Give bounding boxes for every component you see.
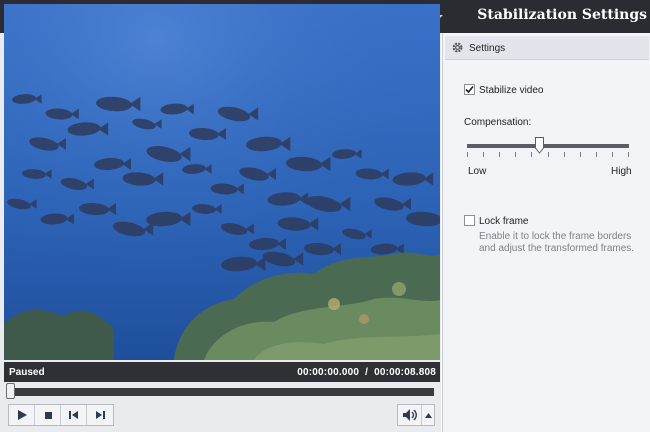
slider-tick: [628, 152, 629, 157]
volume-dropdown-button[interactable]: [422, 405, 434, 425]
transport-controls: [8, 404, 114, 426]
slider-tick: [515, 152, 516, 157]
stop-icon: [44, 412, 52, 419]
compensation-min-label: Low: [468, 166, 487, 177]
stabilize-video-checkbox[interactable]: [464, 84, 475, 95]
time-separator: /: [365, 367, 369, 378]
slider-tick: [499, 152, 500, 157]
slider-tick: [596, 152, 597, 157]
slider-tick: [531, 152, 532, 157]
slider-tick: [483, 152, 484, 157]
volume-button[interactable]: [398, 405, 422, 425]
gear-icon: [451, 41, 464, 57]
chevron-up-icon: [424, 412, 432, 418]
slider-tick: [564, 152, 565, 157]
lock-frame-description-line2: and adjust the transformed frames.: [479, 243, 635, 254]
next-frame-icon: [96, 411, 105, 419]
total-time: 00:00:08.808: [374, 367, 436, 378]
previous-frame-icon: [68, 411, 78, 419]
slider-tick: [467, 152, 468, 157]
seek-bar[interactable]: [6, 388, 434, 396]
volume-control: [397, 404, 435, 426]
timecode: 00:00:00.000 / 00:00:08.808: [297, 367, 436, 378]
play-icon: [17, 410, 27, 420]
checkmark-icon: [465, 85, 474, 94]
lock-frame-label[interactable]: Lock frame: [479, 216, 528, 227]
playback-status-bar: Paused 00:00:00.000 / 00:00:08.808: [4, 362, 440, 382]
slider-tick: [580, 152, 581, 157]
settings-header[interactable]: Settings: [445, 36, 649, 60]
video-preview: [4, 4, 440, 360]
volume-icon: [402, 409, 417, 421]
stabilize-video-label[interactable]: Stabilize video: [479, 85, 543, 96]
slider-tick: [612, 152, 613, 157]
playback-status: Paused: [9, 367, 45, 378]
lock-frame-description: Enable it to lock the frame borders and …: [479, 231, 639, 255]
lock-frame-description-line1: Enable it to lock the frame borders: [479, 231, 632, 242]
seek-handle[interactable]: [6, 383, 15, 399]
slider-tick: [548, 152, 549, 157]
lock-frame-checkbox[interactable]: [464, 215, 475, 226]
play-button[interactable]: [9, 405, 35, 425]
page-title: Stabilization Settings: [477, 7, 647, 23]
compensation-slider-track[interactable]: [467, 144, 629, 148]
compensation-label: Compensation:: [464, 117, 532, 128]
stop-button[interactable]: [35, 405, 61, 425]
next-frame-button[interactable]: [87, 405, 113, 425]
current-time: 00:00:00.000: [297, 367, 360, 378]
compensation-slider-thumb[interactable]: [535, 137, 544, 154]
settings-title: Settings: [469, 43, 506, 54]
compensation-max-label: High: [611, 166, 632, 177]
previous-frame-button[interactable]: [61, 405, 87, 425]
